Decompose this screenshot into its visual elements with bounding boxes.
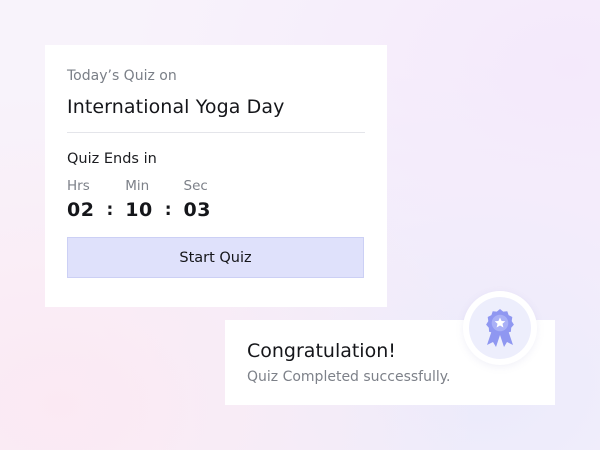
timer-hours: Hrs 02 [67,178,94,222]
minutes-label: Min [125,178,150,194]
minutes-value: 10 [125,199,153,221]
countdown-timer: Hrs 02 : Min 10 : Sec 03 [67,178,365,222]
quiz-ends-label: Quiz Ends in [67,151,157,167]
seconds-value: 03 [183,199,211,221]
quiz-title: International Yoga Day [67,96,285,118]
timer-separator: : [106,200,114,220]
seconds-label: Sec [183,178,208,194]
award-badge-inner [469,297,531,359]
award-badge [463,291,537,365]
hours-value: 02 [67,199,95,221]
award-ribbon-icon [486,309,514,347]
timer-seconds: Sec 03 [184,178,211,222]
hours-label: Hrs [67,178,90,194]
quiz-subtitle: Today’s Quiz on [67,68,177,84]
quiz-card: Today’s Quiz on International Yoga Day Q… [45,45,387,307]
timer-separator: : [164,200,172,220]
timer-minutes: Min 10 [125,178,152,222]
start-quiz-button[interactable]: Start Quiz [67,237,364,278]
congrats-message: Quiz Completed successfully. [247,369,451,385]
divider [67,132,365,133]
